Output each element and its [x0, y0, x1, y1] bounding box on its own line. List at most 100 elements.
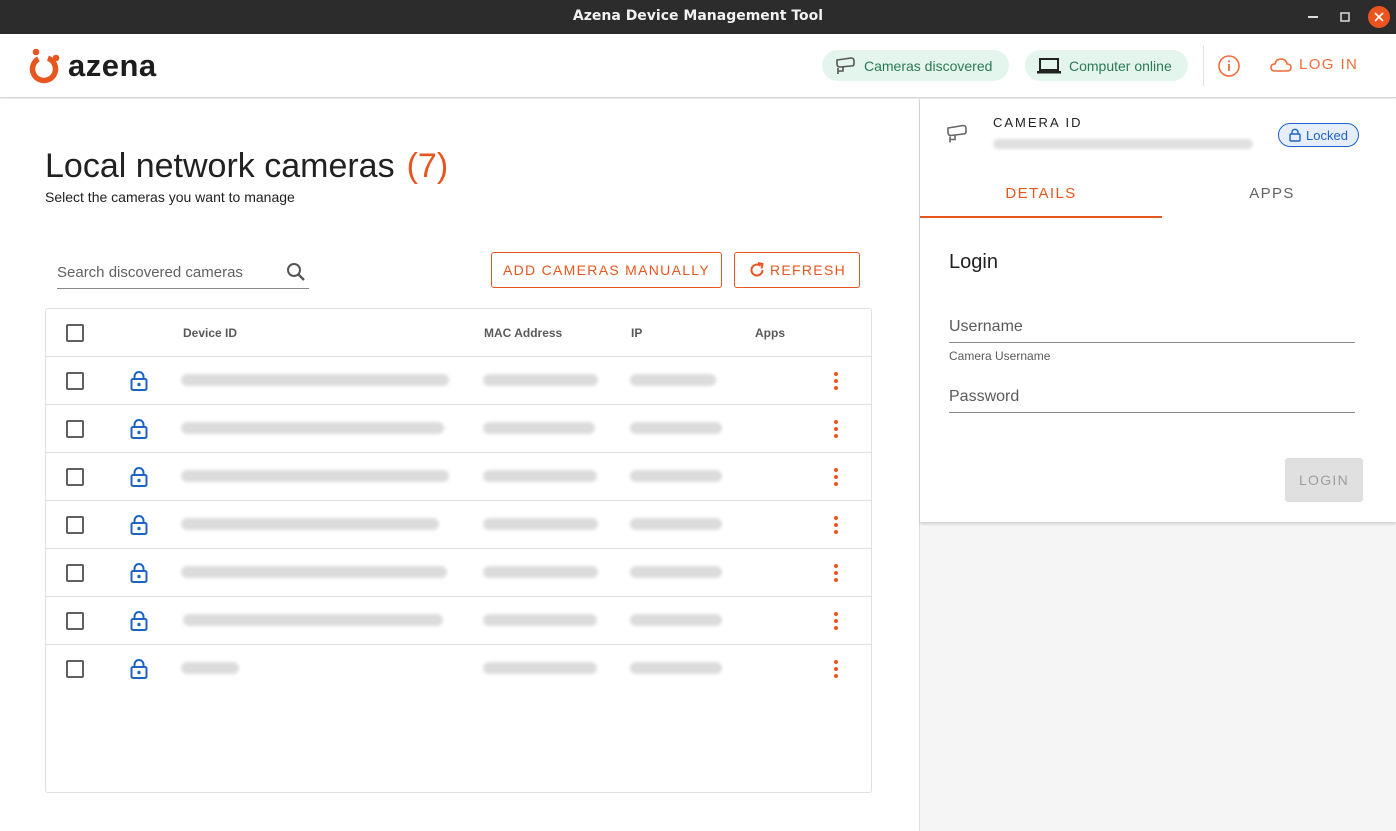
lock-icon — [130, 419, 148, 439]
mac-address-redacted — [483, 662, 597, 674]
more-options-icon[interactable] — [832, 659, 840, 679]
row-checkbox[interactable] — [66, 660, 84, 678]
lock-icon — [130, 611, 148, 631]
device-id-redacted — [181, 566, 447, 578]
computer-online-chip: Computer online — [1025, 50, 1188, 81]
username-input[interactable] — [949, 313, 1355, 341]
ip-redacted — [630, 470, 722, 482]
ip-redacted — [630, 662, 722, 674]
lock-icon — [130, 467, 148, 487]
camera-id-redacted — [993, 139, 1253, 149]
ip-redacted — [630, 422, 722, 434]
camera-icon — [836, 56, 855, 74]
page-subtitle: Select the cameras you want to manage — [45, 189, 295, 205]
mac-address-redacted — [483, 614, 597, 626]
lock-icon — [130, 659, 148, 679]
search-box — [57, 259, 309, 289]
more-options-icon[interactable] — [832, 611, 840, 631]
table-row[interactable] — [46, 357, 871, 405]
table-row[interactable] — [46, 549, 871, 597]
row-checkbox[interactable] — [66, 516, 84, 534]
more-options-icon[interactable] — [832, 563, 840, 583]
ip-redacted — [630, 614, 722, 626]
more-options-icon[interactable] — [832, 467, 840, 487]
window-title: Azena Device Management Tool — [572, 8, 824, 24]
column-header-device-id[interactable]: Device ID — [183, 326, 237, 340]
column-header-mac-address[interactable]: MAC Address — [484, 326, 562, 340]
mac-address-redacted — [483, 374, 598, 386]
more-options-icon[interactable] — [832, 419, 840, 439]
header-divider — [1203, 46, 1204, 86]
ip-redacted — [630, 566, 722, 578]
tab-apps[interactable]: APPS — [1162, 185, 1382, 217]
more-options-icon[interactable] — [832, 515, 840, 535]
page-title-text: Local network cameras — [45, 147, 395, 185]
lock-icon — [1289, 128, 1301, 142]
device-id-redacted — [183, 614, 443, 626]
more-options-icon[interactable] — [832, 371, 840, 391]
password-field — [949, 381, 1355, 413]
row-checkbox[interactable] — [66, 372, 84, 390]
device-id-redacted — [181, 422, 444, 434]
locked-status-badge: Locked — [1278, 123, 1359, 147]
column-header-apps[interactable]: Apps — [755, 326, 785, 340]
cameras-table: Device ID MAC Address IP Apps — [45, 308, 872, 793]
lock-icon — [130, 371, 148, 391]
info-icon — [1218, 55, 1240, 77]
camera-id-label: CAMERA ID — [993, 115, 1083, 130]
table-row[interactable] — [46, 453, 871, 501]
header-login-label: LOG IN — [1299, 56, 1359, 73]
minimize-icon — [1308, 16, 1318, 18]
cameras-discovered-label: Cameras discovered — [864, 57, 993, 74]
page-title: Local network cameras (7) — [45, 147, 448, 186]
mac-address-redacted — [483, 518, 598, 530]
search-input[interactable] — [57, 259, 282, 285]
window-titlebar: Azena Device Management Tool — [0, 0, 1396, 34]
maximize-icon — [1340, 12, 1350, 22]
row-checkbox[interactable] — [66, 612, 84, 630]
device-id-redacted — [181, 518, 439, 530]
row-checkbox[interactable] — [66, 564, 84, 582]
add-cameras-manually-button[interactable]: ADD CAMERAS MANUALLY — [491, 252, 722, 288]
maximize-button[interactable] — [1334, 6, 1356, 28]
app-header: azena Cameras discovered Computer online… — [0, 34, 1396, 98]
refresh-button[interactable]: REFRESH — [734, 252, 860, 288]
refresh-icon — [750, 262, 764, 277]
laptop-icon — [1037, 57, 1061, 73]
cameras-discovered-chip: Cameras discovered — [822, 50, 1009, 81]
computer-online-label: Computer online — [1069, 57, 1172, 74]
table-row[interactable] — [46, 501, 871, 549]
logo-text: azena — [68, 48, 157, 83]
azena-logo-icon — [29, 48, 60, 84]
table-row[interactable] — [46, 645, 871, 693]
close-icon — [1374, 12, 1384, 22]
login-button[interactable]: LOGIN — [1285, 458, 1363, 502]
username-hint: Camera Username — [949, 349, 1051, 363]
search-icon[interactable] — [285, 261, 307, 283]
locked-status-label: Locked — [1306, 127, 1348, 143]
minimize-button[interactable] — [1302, 6, 1324, 28]
lock-icon — [130, 515, 148, 535]
row-checkbox[interactable] — [66, 468, 84, 486]
info-button[interactable] — [1217, 54, 1241, 78]
select-all-checkbox[interactable] — [66, 324, 84, 342]
ip-redacted — [630, 518, 722, 530]
login-heading: Login — [949, 251, 998, 273]
table-row[interactable] — [46, 405, 871, 453]
mac-address-redacted — [483, 470, 597, 482]
table-row[interactable] — [46, 597, 871, 645]
device-id-redacted — [181, 374, 449, 386]
username-field — [949, 311, 1355, 343]
cloud-icon — [1270, 57, 1292, 72]
column-header-ip[interactable]: IP — [631, 326, 642, 340]
close-window-button[interactable] — [1368, 6, 1390, 28]
mac-address-redacted — [483, 566, 598, 578]
camera-details-panel: CAMERA ID Locked DETAILS APPS Login Came… — [919, 99, 1396, 831]
tab-details[interactable]: DETAILS — [920, 185, 1162, 218]
row-checkbox[interactable] — [66, 420, 84, 438]
refresh-label: REFRESH — [770, 262, 846, 278]
table-header-row: Device ID MAC Address IP Apps — [46, 309, 871, 357]
header-login-button[interactable]: LOG IN — [1270, 56, 1358, 73]
password-input[interactable] — [949, 383, 1355, 411]
camera-count: (7) — [406, 147, 449, 185]
